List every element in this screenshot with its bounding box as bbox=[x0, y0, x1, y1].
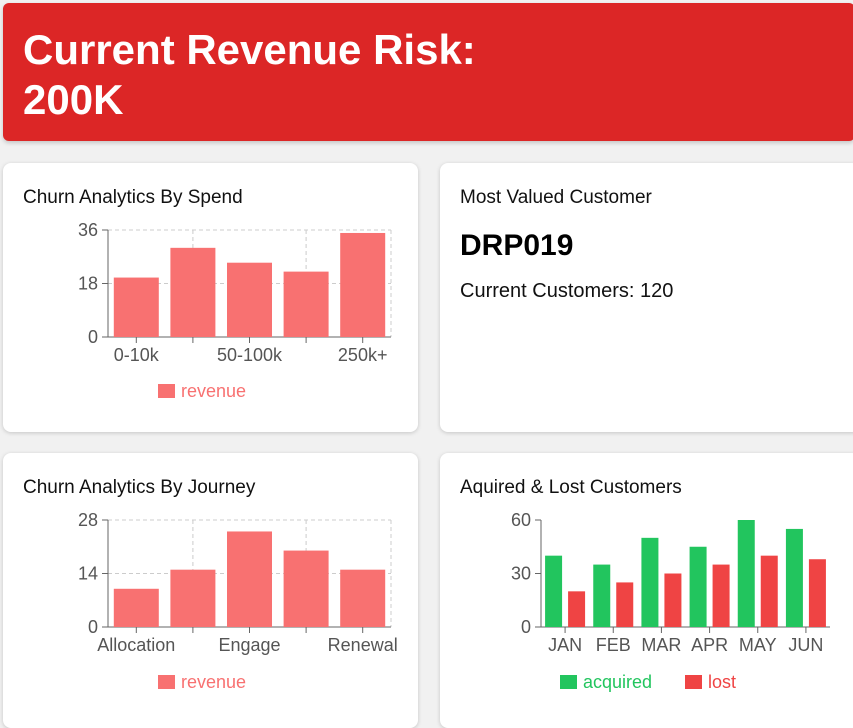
revenue-risk-label: Current Revenue Risk: bbox=[23, 26, 476, 73]
x-tick-label: 50-100k bbox=[217, 345, 283, 365]
x-tick-label: 0-10k bbox=[114, 345, 160, 365]
legend-label: lost bbox=[708, 672, 736, 692]
bar-revenue bbox=[227, 262, 272, 337]
y-tick-label: 0 bbox=[88, 327, 98, 347]
card-title: Most Valued Customer bbox=[460, 187, 652, 208]
legend-label: revenue bbox=[181, 381, 246, 401]
x-tick-label: Renewal bbox=[328, 635, 398, 655]
most-valued-customer-card: Most Valued Customer DRP019 Current Cust… bbox=[440, 163, 853, 432]
bar-acquired bbox=[593, 564, 611, 627]
legend-swatch bbox=[158, 675, 175, 689]
bar-acquired bbox=[545, 555, 563, 627]
churn-by-spend-chart: 0 18 36 0-10k 50-100k 250k+ revenue bbox=[78, 220, 392, 401]
bar-revenue bbox=[113, 277, 159, 337]
y-tick-label: 0 bbox=[521, 617, 531, 637]
revenue-risk-value: 200K bbox=[23, 76, 124, 123]
bar-revenue bbox=[340, 232, 386, 337]
x-tick-label: Allocation bbox=[97, 635, 175, 655]
bar-acquired bbox=[689, 546, 707, 627]
x-tick-label: APR bbox=[691, 635, 728, 655]
bar-acquired bbox=[641, 537, 659, 627]
x-tick-label: MAY bbox=[739, 635, 777, 655]
bar-revenue bbox=[170, 247, 216, 337]
bar-lost bbox=[760, 555, 778, 627]
y-tick-label: 30 bbox=[511, 564, 531, 584]
x-tick-label: 250k+ bbox=[338, 345, 388, 365]
legend-label: acquired bbox=[583, 672, 652, 692]
y-tick-label: 28 bbox=[78, 510, 98, 530]
bar-revenue bbox=[113, 588, 159, 627]
legend-swatch bbox=[685, 675, 702, 689]
bar-acquired bbox=[737, 520, 755, 627]
legend-swatch bbox=[158, 384, 175, 398]
x-tick-label: Engage bbox=[218, 635, 280, 655]
bar-lost bbox=[712, 564, 730, 627]
x-tick-label: FEB bbox=[596, 635, 631, 655]
y-tick-label: 60 bbox=[511, 510, 531, 530]
bar-lost bbox=[664, 573, 682, 627]
x-tick-label: MAR bbox=[641, 635, 681, 655]
bar-revenue bbox=[283, 271, 329, 337]
bar-lost bbox=[808, 559, 826, 627]
x-tick-label: JUN bbox=[788, 635, 823, 655]
legend-swatch bbox=[560, 675, 577, 689]
bar-revenue bbox=[283, 550, 329, 627]
churn-by-journey-card: Churn Analytics By Journey 0 14 28 Allocati… bbox=[3, 453, 418, 728]
bar-revenue bbox=[170, 569, 216, 627]
bar-lost bbox=[568, 591, 586, 627]
acquired-lost-chart: 0 30 60 JAN FEB MAR APR MAY JUN acquired lost bbox=[511, 510, 830, 692]
churn-by-spend-card: Churn Analytics By Spend 0 18 36 0-10k 50-10… bbox=[3, 163, 418, 432]
churn-by-journey-chart: 0 14 28 Allocation Engage Renewal revenue bbox=[78, 510, 398, 692]
revenue-risk-banner: Current Revenue Risk: 200K bbox=[3, 3, 853, 141]
y-tick-label: 18 bbox=[78, 274, 98, 294]
customer-id: DRP019 bbox=[460, 229, 574, 262]
bar-acquired bbox=[785, 528, 803, 627]
x-tick-label: JAN bbox=[548, 635, 582, 655]
revenue-risk-title: Current Revenue Risk: 200K bbox=[23, 25, 723, 125]
bar-lost bbox=[616, 582, 634, 627]
bar-revenue bbox=[340, 569, 386, 627]
y-tick-label: 14 bbox=[78, 564, 98, 584]
acquired-lost-card: Aquired & Lost Customers 0 30 60 JAN FEB MAR A… bbox=[440, 453, 853, 728]
y-tick-label: 0 bbox=[88, 617, 98, 637]
legend-label: revenue bbox=[181, 672, 246, 692]
y-tick-label: 36 bbox=[78, 220, 98, 240]
current-customers-text: Current Customers: 120 bbox=[460, 280, 674, 302]
bar-revenue bbox=[227, 531, 272, 627]
